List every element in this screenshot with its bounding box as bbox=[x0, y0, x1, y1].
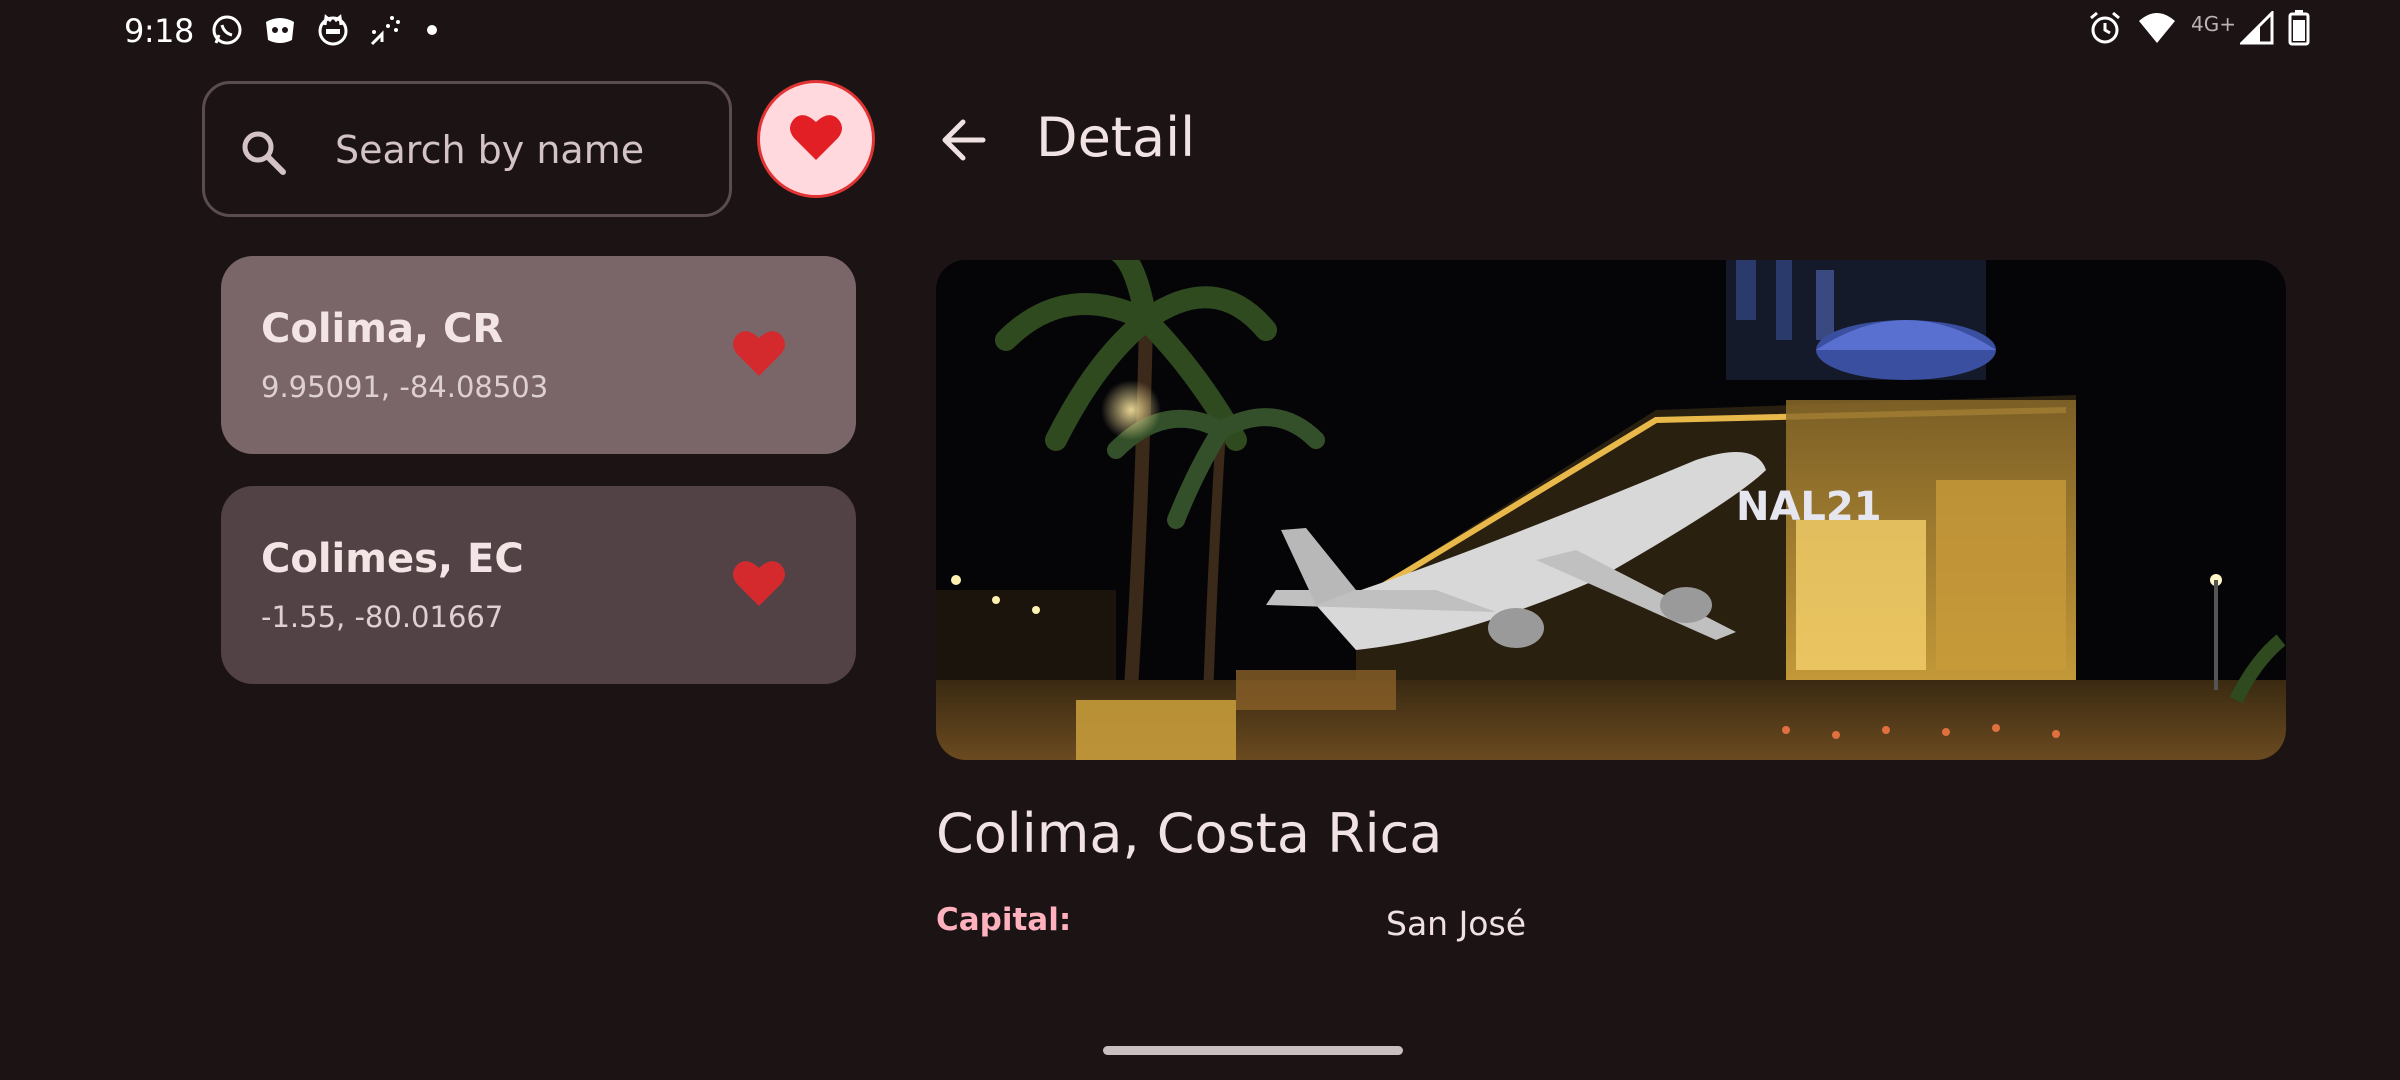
battery-icon bbox=[2288, 10, 2310, 50]
detail-title: Detail bbox=[1036, 106, 1196, 169]
mall-sign-text: NAL21 bbox=[1736, 484, 1882, 530]
favorites-filter-button[interactable] bbox=[757, 80, 875, 198]
city-coordinates: -1.55, -80.01667 bbox=[261, 600, 504, 634]
cat-app-icon bbox=[316, 13, 350, 47]
arrow-back-icon bbox=[935, 119, 995, 174]
search-icon bbox=[239, 128, 287, 180]
favorite-heart-icon[interactable] bbox=[732, 558, 786, 612]
search-input[interactable] bbox=[333, 118, 717, 182]
favorite-heart-icon[interactable] bbox=[732, 328, 786, 382]
system-icons: 4G+ bbox=[2087, 9, 2310, 50]
notification-icons bbox=[210, 12, 442, 48]
signal-icon bbox=[2238, 9, 2274, 49]
city-coordinates: 9.95091, -84.08503 bbox=[261, 370, 549, 404]
city-photo: NAL21 bbox=[936, 260, 2286, 760]
dot-icon bbox=[422, 20, 442, 40]
network-type-label: 4G+ bbox=[2191, 12, 2236, 36]
status-time: 9:18 bbox=[124, 12, 194, 50]
list-item[interactable]: Colima, CR 9.95091, -84.08503 bbox=[221, 256, 856, 454]
alarm-icon bbox=[2087, 10, 2123, 50]
list-item[interactable]: Colimes, EC -1.55, -80.01667 bbox=[221, 486, 856, 684]
gesture-nav-handle[interactable] bbox=[1103, 1046, 1403, 1055]
capital-value: San José bbox=[1386, 904, 1526, 943]
back-button[interactable] bbox=[935, 110, 995, 170]
city-name: Colima, CR bbox=[261, 306, 504, 352]
capital-label: Capital: bbox=[936, 902, 1072, 938]
sprinkler-icon bbox=[368, 12, 404, 48]
discord-icon bbox=[262, 14, 298, 46]
city-name: Colimes, EC bbox=[261, 536, 524, 582]
heart-icon bbox=[789, 112, 843, 166]
search-bar[interactable] bbox=[202, 81, 732, 217]
whatsapp-icon bbox=[210, 13, 244, 47]
status-bar: 9:18 4G+ bbox=[0, 0, 2400, 60]
city-heading: Colima, Costa Rica bbox=[936, 802, 1443, 865]
wifi-icon bbox=[2137, 11, 2177, 49]
